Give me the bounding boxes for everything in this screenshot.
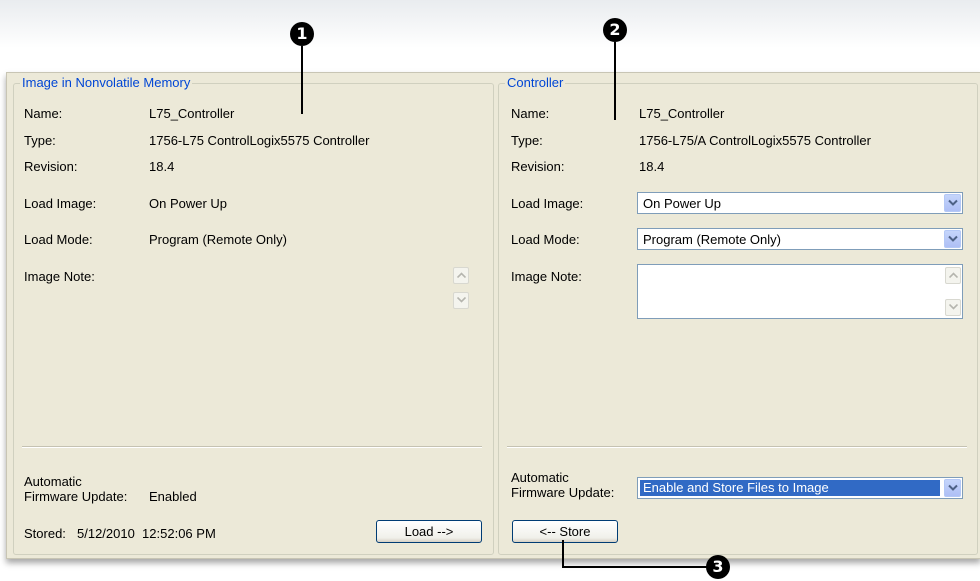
- left-afu-label-line1: Automatic: [24, 474, 82, 489]
- firmware-update-select-value: Enable and Store Files to Image: [640, 480, 940, 496]
- left-image-note-label: Image Note:: [24, 269, 95, 284]
- callout-1-leader: [301, 46, 303, 114]
- load-image-select[interactable]: On Power Up: [637, 192, 963, 214]
- right-afu-label-line1: Automatic: [511, 470, 569, 485]
- store-button[interactable]: <-- Store: [512, 520, 618, 543]
- left-afu-value: Enabled: [149, 489, 197, 504]
- left-note-scroll-down-button: [453, 292, 469, 309]
- left-load-mode-value: Program (Remote Only): [149, 232, 287, 247]
- right-revision-label: Revision:: [511, 159, 565, 174]
- note-scroll-down-button[interactable]: [945, 299, 961, 316]
- left-name-label: Name:: [24, 106, 63, 121]
- right-name-value: L75_Controller: [639, 106, 725, 121]
- right-afu-label: Automatic Firmware Update:: [511, 470, 614, 500]
- controller-group: Controller Name: L75_Controller Type: 17…: [498, 75, 978, 555]
- left-name-value: L75_Controller: [149, 106, 235, 121]
- right-revision-value: 18.4: [639, 159, 665, 174]
- left-afu-label-line2: Firmware Update:: [24, 489, 128, 504]
- background-header: [0, 0, 980, 48]
- firmware-update-dropdown-button[interactable]: [944, 479, 961, 497]
- callout-2-marker: 2: [603, 18, 627, 42]
- left-divider: [22, 446, 482, 448]
- image-note-textarea[interactable]: [637, 264, 963, 319]
- left-revision-value: 18.4: [149, 159, 175, 174]
- chevron-up-icon: [457, 272, 466, 278]
- load-mode-dropdown-button[interactable]: [944, 230, 961, 248]
- left-load-image-label: Load Image:: [24, 196, 97, 211]
- controller-properties-dialog: Image in Nonvolatile Memory Name: L75_Co…: [6, 72, 980, 559]
- right-name-label: Name:: [511, 106, 550, 121]
- chevron-down-icon: [948, 235, 958, 242]
- nonvolatile-memory-group: Image in Nonvolatile Memory Name: L75_Co…: [13, 75, 494, 555]
- load-button[interactable]: Load -->: [376, 520, 482, 543]
- chevron-up-icon: [949, 272, 958, 278]
- left-type-value: 1756-L75 ControlLogix5575 Controller: [149, 133, 370, 148]
- left-revision-label: Revision:: [24, 159, 78, 174]
- callout-2-leader: [614, 42, 616, 120]
- chevron-down-icon: [948, 199, 958, 206]
- right-load-mode-label: Load Mode:: [511, 232, 580, 247]
- right-load-image-label: Load Image:: [511, 196, 584, 211]
- left-note-scroll-up-button: [453, 267, 469, 284]
- right-afu-label-line2: Firmware Update:: [511, 485, 615, 500]
- load-image-dropdown-button[interactable]: [944, 194, 961, 212]
- callout-3-leader-vertical: [562, 540, 564, 567]
- chevron-down-icon: [948, 484, 958, 491]
- callout-3-leader-horizontal: [562, 566, 714, 568]
- load-image-select-value: On Power Up: [643, 196, 722, 211]
- nonvolatile-memory-legend: Image in Nonvolatile Memory: [20, 75, 193, 90]
- right-image-note-label: Image Note:: [511, 269, 582, 284]
- stored-label: Stored:: [24, 526, 66, 541]
- callout-3-marker: 3: [706, 555, 730, 579]
- left-load-image-value: On Power Up: [149, 196, 228, 211]
- chevron-down-icon: [949, 304, 958, 310]
- chevron-down-icon: [457, 297, 466, 303]
- left-type-label: Type:: [24, 133, 56, 148]
- left-load-mode-label: Load Mode:: [24, 232, 93, 247]
- load-mode-select-value: Program (Remote Only): [643, 232, 781, 247]
- firmware-update-select[interactable]: Enable and Store Files to Image: [637, 477, 963, 499]
- note-scroll-up-button[interactable]: [945, 267, 961, 284]
- right-divider: [507, 446, 967, 448]
- callout-1-marker: 1: [290, 22, 314, 46]
- controller-legend: Controller: [505, 75, 566, 90]
- left-afu-label: Automatic Firmware Update:: [24, 474, 127, 504]
- stored-value: 5/12/2010 12:52:06 PM: [77, 526, 216, 541]
- right-type-label: Type:: [511, 133, 543, 148]
- right-type-value: 1756-L75/A ControlLogix5575 Controller: [639, 133, 871, 148]
- load-mode-select[interactable]: Program (Remote Only): [637, 228, 963, 250]
